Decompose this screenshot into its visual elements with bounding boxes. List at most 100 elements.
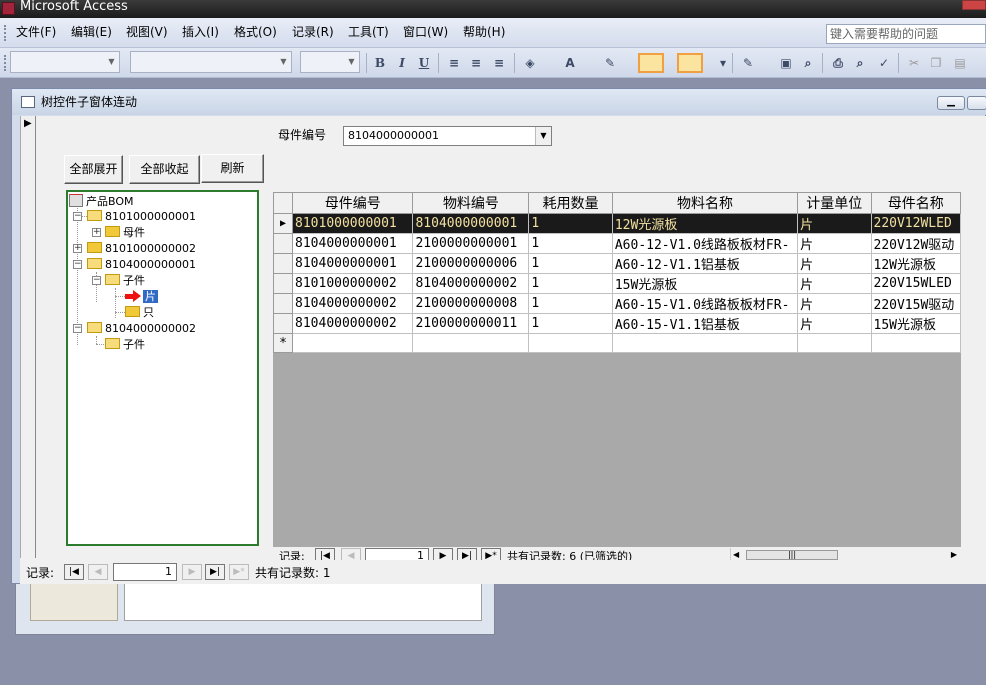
tree-node-parent[interactable]: 母件: [105, 226, 145, 240]
table-cell[interactable]: 1: [528, 213, 613, 234]
row-selector[interactable]: [273, 273, 294, 294]
table-cell[interactable]: 220V15W驱动: [870, 293, 961, 314]
tree-node-child-2[interactable]: 子件: [105, 338, 145, 352]
table-cell[interactable]: [292, 333, 414, 353]
menu-window[interactable]: 窗口(W): [403, 25, 448, 39]
table-cell[interactable]: A60-15-V1.0线路板板材FR-: [611, 293, 799, 314]
tree-node-root[interactable]: 产品BOM: [69, 194, 134, 209]
select-all-corner[interactable]: [273, 192, 294, 214]
new-record-icon[interactable]: ▶*: [481, 548, 501, 560]
prev-record-icon[interactable]: ◀: [341, 548, 361, 560]
table-cell[interactable]: 片: [797, 293, 872, 314]
subform-record-input[interactable]: 1: [365, 548, 429, 560]
table-cell[interactable]: 8104000000002: [292, 313, 414, 334]
chevron-down-icon[interactable]: ▼: [535, 127, 551, 145]
table-cell[interactable]: [412, 333, 530, 353]
collapse-icon[interactable]: −: [73, 324, 82, 333]
collapse-all-button[interactable]: 全部收起: [129, 155, 200, 184]
column-header[interactable]: 耗用数量: [528, 192, 613, 214]
table-cell[interactable]: 1: [528, 313, 613, 334]
table-cell[interactable]: 8104000000002: [292, 293, 414, 314]
tree-node-8101000000002[interactable]: 8101000000002: [87, 242, 196, 256]
paste-icon[interactable]: ▤: [950, 53, 970, 73]
menu-insert[interactable]: 插入(I): [182, 25, 219, 39]
table-cell[interactable]: 8104000000001: [412, 213, 530, 234]
table-row[interactable]: 8104000000002 2100000000008 1 A60-15-V1.0线路…: [273, 293, 961, 314]
print-icon[interactable]: ⎙: [828, 53, 848, 73]
menu-view[interactable]: 视图(V): [126, 25, 168, 39]
last-record-icon[interactable]: ▶|: [205, 564, 225, 580]
collapse-icon[interactable]: −: [92, 276, 101, 285]
table-cell[interactable]: 8104000000001: [292, 233, 414, 254]
column-header[interactable]: 物料名称: [611, 192, 799, 214]
table-cell[interactable]: 片: [797, 213, 872, 234]
save-icon[interactable]: ▣: [776, 53, 796, 73]
table-cell[interactable]: 1: [528, 233, 613, 254]
new-record-icon[interactable]: ▶*: [229, 564, 249, 580]
special-effect-icon[interactable]: ▾: [713, 53, 733, 73]
table-cell[interactable]: 2100000000006: [412, 253, 530, 274]
bom-datasheet[interactable]: 母件编号 物料编号 耗用数量 物料名称 计量单位 母件名称 ▶ 810100000…: [273, 192, 961, 547]
table-cell[interactable]: 片: [797, 233, 872, 254]
tree-node-8101000000001[interactable]: 8101000000001: [87, 210, 196, 224]
horizontal-scrollbar[interactable]: ◀ ||| ▶: [730, 548, 961, 560]
column-header[interactable]: 计量单位: [797, 192, 872, 214]
toolbar-grip[interactable]: [4, 55, 7, 71]
table-cell[interactable]: 12W光源板: [611, 213, 799, 234]
table-cell[interactable]: 220V15WLED: [870, 273, 961, 294]
first-record-icon[interactable]: |◀: [315, 548, 335, 560]
table-cell[interactable]: 2100000000008: [412, 293, 530, 314]
table-row[interactable]: 8101000000002 8104000000002 1 15W光源板片 220V15…: [273, 273, 961, 294]
column-header[interactable]: 母件编号: [292, 192, 414, 214]
table-row[interactable]: ▶ 8101000000001 8104000000001 1 12W光源板片 220V1…: [273, 213, 961, 234]
table-cell[interactable]: 220V12WLED: [870, 213, 961, 234]
menu-file[interactable]: 文件(F): [16, 25, 56, 39]
table-cell[interactable]: 8101000000002: [292, 273, 414, 294]
tree-node-piece-selected[interactable]: 片: [125, 290, 158, 304]
table-cell[interactable]: 1: [528, 253, 613, 274]
table-cell[interactable]: 12W光源板: [870, 253, 961, 274]
font-name-select[interactable]: ▼: [130, 51, 292, 73]
bold-icon[interactable]: B: [370, 53, 390, 73]
object-select[interactable]: ▼: [10, 51, 120, 73]
table-cell[interactable]: 15W光源板: [870, 313, 961, 334]
table-row[interactable]: 8104000000001 2100000000006 1 A60-12-V1.1铝基…: [273, 253, 961, 274]
help-search-input[interactable]: 键入需要帮助的问题: [826, 24, 986, 44]
table-cell[interactable]: 片: [797, 273, 872, 294]
table-cell[interactable]: 8101000000001: [292, 213, 414, 234]
cut-icon[interactable]: ✂: [904, 53, 924, 73]
menu-edit[interactable]: 编辑(E): [71, 25, 112, 39]
new-record-row[interactable]: *: [273, 333, 961, 353]
menu-help[interactable]: 帮助(H): [463, 25, 505, 39]
menubar-grip[interactable]: [4, 25, 7, 41]
table-cell[interactable]: 1: [528, 293, 613, 314]
scroll-right-icon[interactable]: ▶: [951, 550, 957, 559]
copy-icon[interactable]: ❐: [926, 53, 946, 73]
next-record-icon[interactable]: ▶: [182, 564, 202, 580]
table-cell[interactable]: A60-12-V1.0线路板板材FR-: [611, 233, 799, 254]
fill-color-icon[interactable]: ◈: [520, 53, 540, 73]
first-record-icon[interactable]: |◀: [64, 564, 84, 580]
table-cell[interactable]: 15W光源板: [611, 273, 799, 294]
refresh-button[interactable]: 刷新: [201, 154, 264, 183]
row-selector[interactable]: ▶: [273, 213, 294, 234]
table-cell[interactable]: 2100000000011: [412, 313, 530, 334]
tree-node-8104000000002[interactable]: 8104000000002: [87, 322, 196, 336]
collapse-icon[interactable]: −: [73, 260, 82, 269]
record-selector[interactable]: ▶: [20, 116, 36, 558]
expand-all-button[interactable]: 全部展开: [64, 155, 123, 184]
table-cell[interactable]: 片: [797, 313, 872, 334]
table-row[interactable]: 8104000000001 2100000000001 1 A60-12-V1.0线路…: [273, 233, 961, 254]
table-cell[interactable]: 2100000000001: [412, 233, 530, 254]
tree-node-child[interactable]: 子件: [105, 274, 145, 288]
tree-node-each[interactable]: 只: [125, 306, 154, 320]
italic-icon[interactable]: I: [392, 53, 412, 73]
table-cell[interactable]: 8104000000001: [292, 253, 414, 274]
row-selector[interactable]: [273, 313, 294, 334]
column-header[interactable]: 母件名称: [870, 192, 961, 214]
parent-id-combobox[interactable]: 8104000000001 ▼: [343, 126, 552, 146]
print-preview-icon[interactable]: ⌕: [850, 53, 870, 73]
table-row[interactable]: 8104000000002 2100000000011 1 A60-15-V1.1铝基…: [273, 313, 961, 334]
maximize-button[interactable]: [967, 96, 986, 110]
find-icon[interactable]: ⌕: [798, 53, 818, 73]
